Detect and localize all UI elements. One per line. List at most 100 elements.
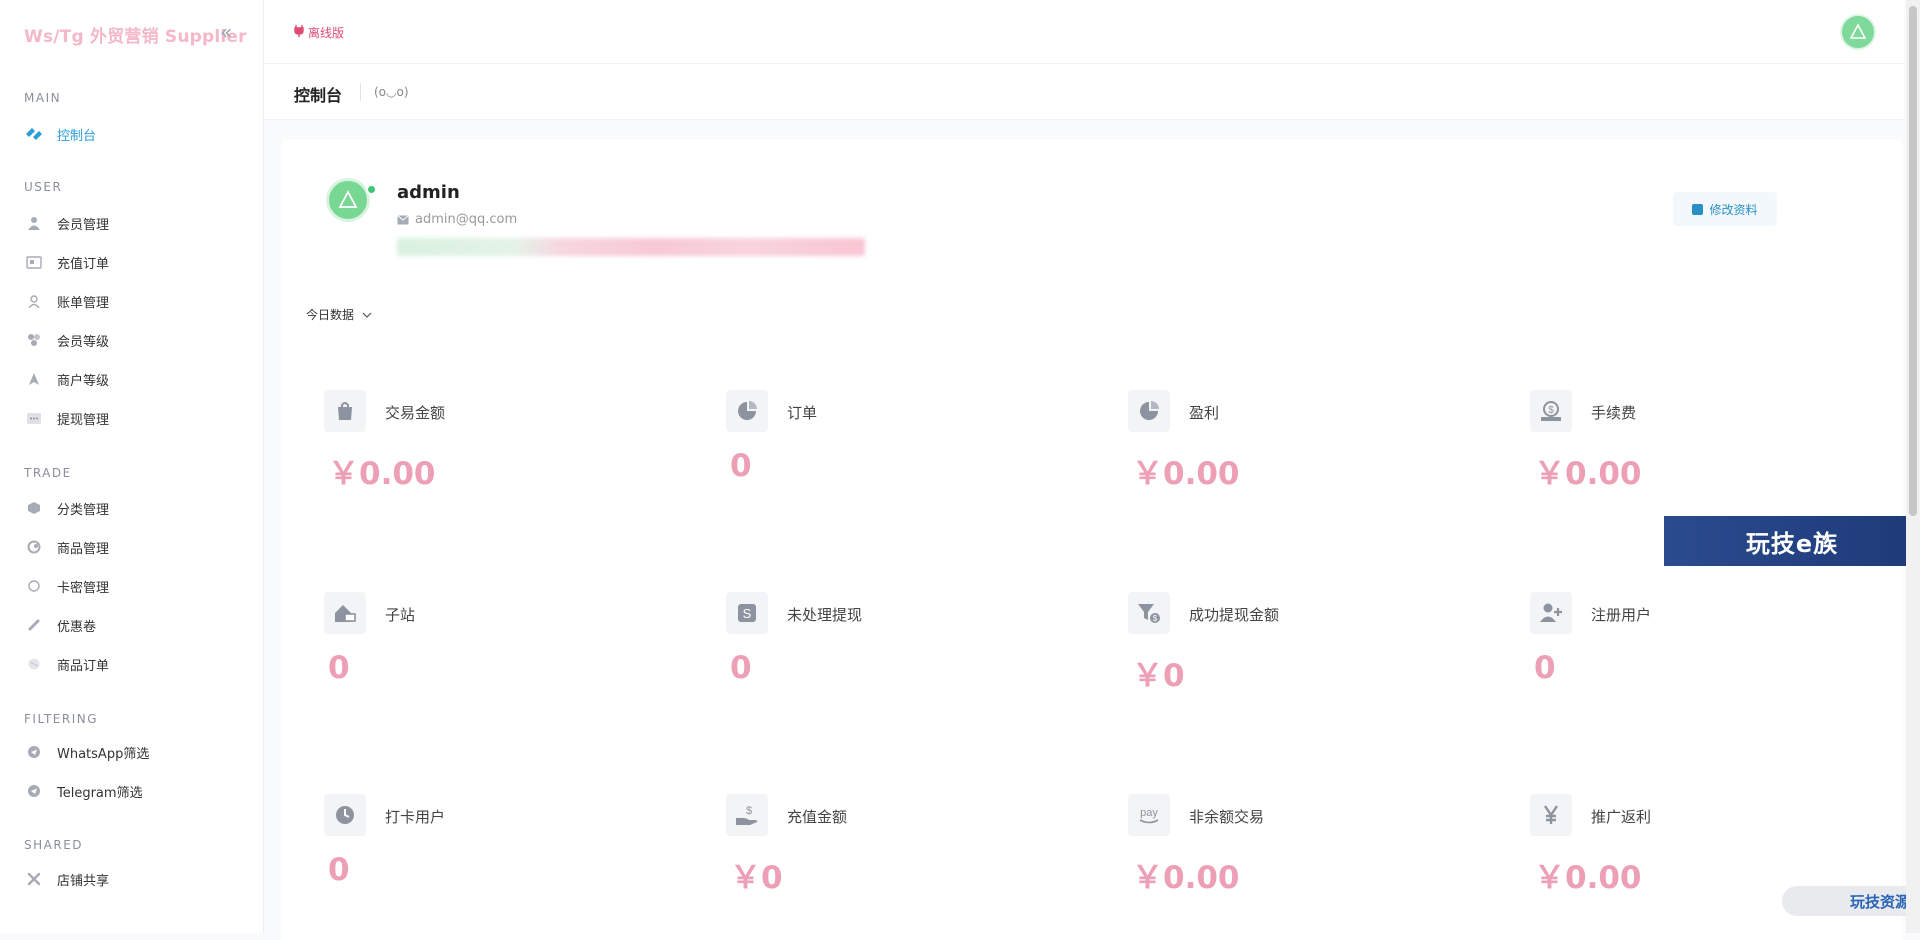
recharge-icon xyxy=(24,252,44,272)
pay-icon: pay xyxy=(1128,794,1170,836)
collapse-sidebar-icon[interactable]: « xyxy=(220,20,232,44)
sidebar-item-label: 会员等级 xyxy=(57,334,110,350)
stat-trade-amount: 交易金额 ￥0.00 xyxy=(324,390,704,510)
user-avatar[interactable] xyxy=(1840,14,1876,50)
stat-substations: 子站 0 xyxy=(324,592,704,712)
stat-value: 0 xyxy=(730,650,752,686)
profile-username: admin xyxy=(397,182,460,203)
stat-value: 0 xyxy=(1534,650,1556,686)
sidebar-item-dashboard[interactable]: 控制台 xyxy=(24,120,96,148)
page-emoticon: (o◡o) xyxy=(374,85,409,99)
sidebar-item-bills[interactable]: 账单管理 xyxy=(24,287,109,315)
stat-label: 推广返利 xyxy=(1591,808,1652,826)
product-icon xyxy=(24,537,44,557)
sidebar-item-shop-share[interactable]: 店铺共享 xyxy=(24,865,109,893)
svg-text:S: S xyxy=(743,606,752,621)
sidebar-item-members[interactable]: 会员管理 xyxy=(24,209,109,237)
sidebar-item-whatsapp-filter[interactable]: WhatsApp筛选 xyxy=(24,738,149,766)
scrollbar-thumb[interactable] xyxy=(1909,6,1917,516)
date-range-dropdown[interactable]: 今日数据 xyxy=(306,306,372,323)
profile-email: admin@qq.com xyxy=(397,212,517,227)
sidebar-item-withdrawals[interactable]: 提现管理 xyxy=(24,404,109,432)
stat-successful-withdrawals: $ 成功提现金额 ￥0 xyxy=(1128,592,1508,712)
sidebar-item-coupons[interactable]: 优惠卷 xyxy=(24,611,96,639)
withdraw-icon xyxy=(24,408,44,428)
stat-value: ￥0.00 xyxy=(1132,456,1240,492)
sidebar-item-product-orders[interactable]: 商品订单 xyxy=(24,650,109,678)
sidebar-item-label: 分类管理 xyxy=(57,502,110,518)
coin-icon: $ xyxy=(1530,390,1572,432)
level-icon xyxy=(24,330,44,350)
blurred-info-bar xyxy=(397,238,865,256)
bill-icon xyxy=(24,291,44,311)
stat-value: ￥0.00 xyxy=(1534,860,1642,896)
sidebar-item-label: 卡密管理 xyxy=(57,580,110,596)
avatar-logo-icon xyxy=(338,190,358,208)
stat-fees: $ 手续费 ￥0.00 xyxy=(1530,390,1910,510)
stat-value: ￥0 xyxy=(730,860,783,896)
add-user-icon xyxy=(1530,592,1572,634)
stat-value: 0 xyxy=(328,650,350,686)
mail-icon xyxy=(397,214,409,224)
svg-text:pay: pay xyxy=(1140,807,1158,819)
stat-profit: 盈利 ￥0.00 xyxy=(1128,390,1508,510)
house-icon xyxy=(324,592,366,634)
sidebar-item-card-keys[interactable]: 卡密管理 xyxy=(24,572,109,600)
stat-label: 未处理提现 xyxy=(787,606,863,624)
stat-label: 交易金额 xyxy=(385,404,446,422)
dashboard-icon xyxy=(24,124,44,144)
avatar-logo-icon xyxy=(1849,23,1867,39)
sidebar-item-member-levels[interactable]: 会员等级 xyxy=(24,326,109,354)
header-divider xyxy=(360,83,361,101)
sidebar: Ws/Tg 外贸营销 Supplier « MAIN 控制台 USER 会员管理… xyxy=(0,0,264,933)
stat-label: 手续费 xyxy=(1591,404,1637,422)
sidebar-item-label: 账单管理 xyxy=(57,295,110,311)
card-icon xyxy=(24,576,44,596)
stat-value: ￥0.00 xyxy=(1132,860,1240,896)
edit-icon xyxy=(1692,203,1704,215)
chevron-down-icon xyxy=(362,312,372,318)
sidebar-item-label: 提现管理 xyxy=(57,412,110,428)
profile-avatar xyxy=(326,178,370,222)
edit-profile-button[interactable]: 修改资料 xyxy=(1673,192,1777,226)
pie-icon xyxy=(726,390,768,432)
sidebar-item-categories[interactable]: 分类管理 xyxy=(24,494,109,522)
yen-icon xyxy=(1530,794,1572,836)
watermark-badge: 玩技资源 xyxy=(1782,886,1920,916)
sidebar-item-label: 商户等级 xyxy=(57,373,110,389)
stat-label: 订单 xyxy=(787,404,818,422)
offline-label: 离线版 xyxy=(308,26,345,40)
stat-value: 0 xyxy=(328,852,350,888)
stat-label: 打卡用户 xyxy=(385,808,446,826)
offline-version-link[interactable]: 离线版 xyxy=(294,24,344,41)
category-icon xyxy=(24,498,44,518)
stat-registered-users: 注册用户 0 xyxy=(1530,592,1910,712)
watermark-banner: 玩技e族 xyxy=(1664,516,1920,566)
page-title: 控制台 xyxy=(294,86,343,105)
stat-orders: 订单 0 xyxy=(726,390,1106,510)
sidebar-item-label: 商品管理 xyxy=(57,541,110,557)
edit-profile-label: 修改资料 xyxy=(1709,202,1758,217)
send-icon xyxy=(24,781,44,801)
stat-label: 子站 xyxy=(385,606,416,624)
hand-money-icon: $ xyxy=(726,794,768,836)
share-icon xyxy=(24,869,44,889)
sidebar-item-telegram-filter[interactable]: Telegram筛选 xyxy=(24,777,143,805)
stat-non-balance-trades: pay 非余额交易 ￥0.00 xyxy=(1128,794,1508,914)
stat-checkin-users: 打卡用户 0 xyxy=(324,794,704,914)
page-header: 控制台 (o◡o) xyxy=(264,64,1904,120)
stat-value: ￥0.00 xyxy=(1534,456,1642,492)
sidebar-item-products[interactable]: 商品管理 xyxy=(24,533,109,561)
section-title-main: MAIN xyxy=(24,91,62,105)
page-scrollbar[interactable] xyxy=(1906,0,1920,933)
dashboard-card: admin admin@qq.com 修改资料 今日数据 交易金额 ￥0.00 … xyxy=(282,140,1902,940)
svg-text:$: $ xyxy=(1548,405,1554,416)
plug-icon xyxy=(294,25,304,40)
sidebar-item-label: 店铺共享 xyxy=(57,873,110,889)
sidebar-item-recharge-orders[interactable]: 充值订单 xyxy=(24,248,109,276)
brand-logo[interactable]: Ws/Tg 外贸营销 Supplier xyxy=(24,22,247,47)
sidebar-item-merchant-levels[interactable]: 商户等级 xyxy=(24,365,109,393)
sidebar-item-label: 优惠卷 xyxy=(57,619,97,635)
stat-label: 盈利 xyxy=(1189,404,1220,422)
stat-value: ￥0.00 xyxy=(328,456,436,492)
